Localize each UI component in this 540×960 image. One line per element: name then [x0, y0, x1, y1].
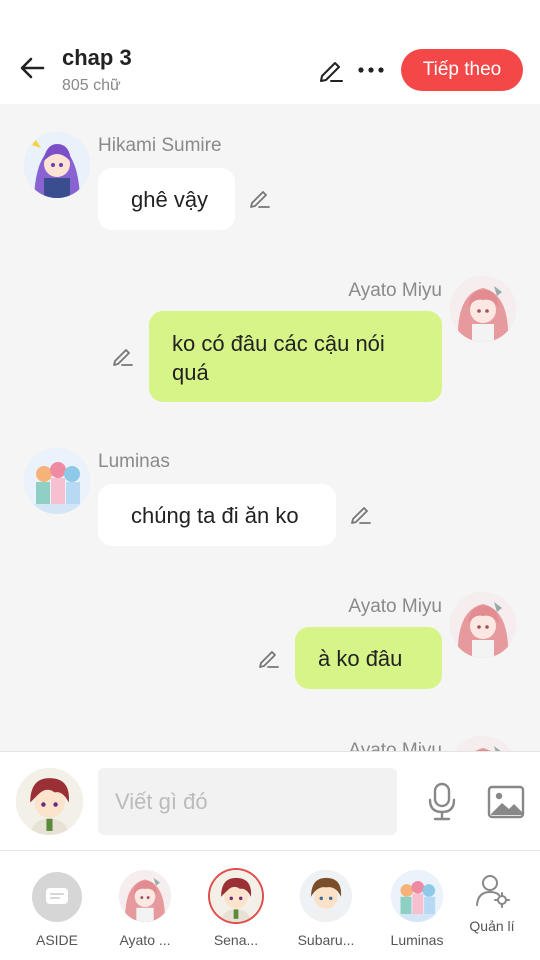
- chat-area[interactable]: Hikami Sumire ghê vậy Ayato Miyu ko có đ…: [0, 104, 540, 751]
- character-luminas[interactable]: Luminas: [377, 870, 457, 955]
- pink-hair-girl-avatar[interactable]: [450, 276, 516, 342]
- pink-hair-girl-avatar: [119, 870, 171, 922]
- character-aside[interactable]: ASIDE: [17, 870, 97, 955]
- character-label: Subaru...: [297, 932, 355, 948]
- group-avatar: [391, 870, 443, 922]
- character-subaru[interactable]: Subaru...: [286, 870, 366, 955]
- voice-button[interactable]: [420, 778, 464, 826]
- more-options-button[interactable]: [354, 54, 388, 86]
- top-bar: chap 3 805 chữ Tiếp theo: [0, 0, 540, 104]
- word-count: 805 chữ: [62, 77, 121, 94]
- pencil-icon: [113, 349, 133, 366]
- edit-message-button[interactable]: [109, 342, 137, 370]
- edit-message-button[interactable]: [246, 184, 274, 212]
- message-composer: [0, 751, 540, 851]
- character-bar: ASIDE Ayato ... Sena... Subaru... Lumina…: [0, 852, 540, 960]
- next-button[interactable]: Tiếp theo: [401, 49, 523, 91]
- character-label: Sena...: [213, 932, 259, 948]
- character-ayato[interactable]: Ayato ...: [105, 870, 185, 955]
- edit-message-button[interactable]: [347, 500, 375, 528]
- message-bubble[interactable]: chúng ta đi ăn ko: [98, 484, 336, 546]
- pencil-icon: [351, 507, 371, 524]
- character-label: Ayato ...: [119, 932, 171, 948]
- edit-message-button[interactable]: [255, 644, 283, 672]
- arrow-left-icon: [20, 57, 45, 79]
- red-hair-boy-avatar[interactable]: [16, 768, 83, 835]
- message-input[interactable]: [98, 768, 397, 835]
- pencil-icon: [259, 651, 279, 668]
- group-avatar[interactable]: [24, 448, 90, 514]
- manage-characters-button[interactable]: Quản lí: [452, 870, 532, 955]
- pencil-icon: [250, 191, 270, 208]
- character-label: Luminas: [390, 932, 444, 948]
- sender-name: Hikami Sumire: [98, 135, 222, 156]
- message-bubble[interactable]: ko có đâu các cậu nói quá: [149, 311, 442, 402]
- aside-icon: [32, 872, 82, 922]
- sender-name: Ayato Miyu: [348, 596, 442, 617]
- insert-image-button[interactable]: [484, 780, 528, 824]
- edit-chapter-button[interactable]: [314, 54, 348, 86]
- chapter-title: chap 3: [62, 45, 132, 70]
- sender-name: Ayato Miyu: [348, 740, 442, 751]
- pencil-icon: [320, 62, 343, 82]
- pink-hair-girl-avatar[interactable]: [450, 736, 516, 751]
- sender-name: Ayato Miyu: [348, 280, 442, 301]
- purple-hair-girl-avatar[interactable]: [24, 132, 90, 198]
- manage-user-icon: [474, 872, 510, 908]
- image-icon: [487, 785, 525, 819]
- message-bubble[interactable]: à ko đâu: [295, 627, 442, 689]
- character-label: ASIDE: [35, 932, 78, 948]
- brown-hair-boy-avatar: [300, 870, 352, 922]
- character-label: Quản lí: [469, 918, 515, 934]
- microphone-icon: [428, 782, 456, 821]
- red-hair-boy-avatar: [210, 870, 262, 922]
- back-button[interactable]: [14, 50, 50, 86]
- more-horizontal-icon: [358, 67, 384, 73]
- character-sena[interactable]: Sena...: [196, 870, 276, 955]
- pink-hair-girl-avatar[interactable]: [450, 592, 516, 658]
- message-bubble[interactable]: ghê vậy: [98, 168, 235, 230]
- sender-name: Luminas: [98, 451, 170, 472]
